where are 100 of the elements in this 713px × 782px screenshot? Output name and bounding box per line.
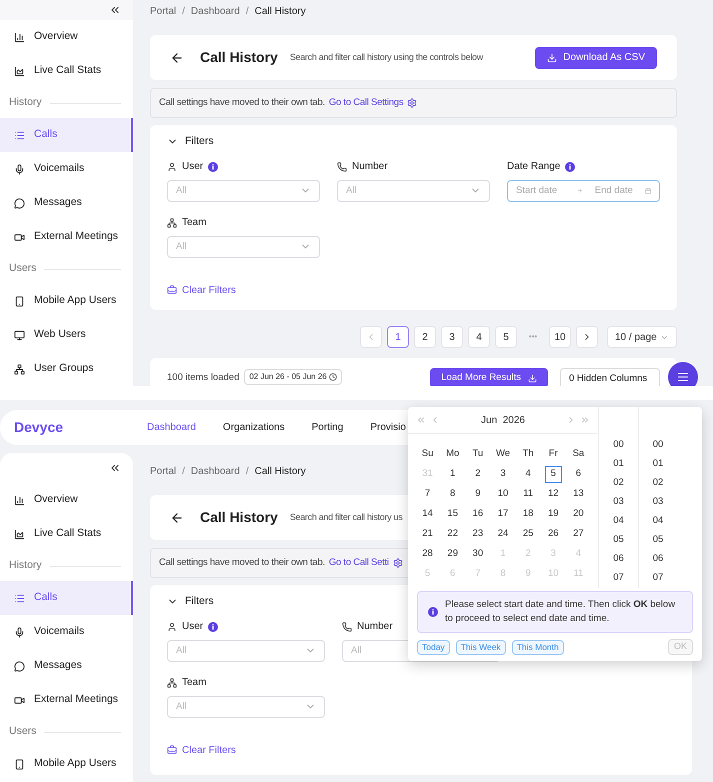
collapse-icon[interactable] xyxy=(109,462,121,474)
calendar-day[interactable]: 27 xyxy=(570,526,587,542)
sidebar-item[interactable]: Overview xyxy=(0,20,133,54)
minute-option[interactable]: 01 xyxy=(639,455,677,474)
page-size-select[interactable]: 10 / page xyxy=(607,326,677,348)
sidebar-item[interactable]: Mobile App Users xyxy=(0,747,133,781)
calendar-day[interactable]: 12 xyxy=(544,486,562,502)
calendar-day[interactable]: 2 xyxy=(469,466,486,482)
sidebar-item[interactable]: Web Users xyxy=(0,318,133,352)
calendar-day[interactable]: 20 xyxy=(570,506,587,522)
page-button[interactable]: 5 xyxy=(495,326,517,348)
breadcrumb-link[interactable]: Portal xyxy=(150,4,176,18)
load-more-button[interactable]: Load More Results xyxy=(430,368,548,386)
field-label: Date Range xyxy=(507,160,560,174)
minute-option[interactable]: 06 xyxy=(639,550,677,569)
calendar-day[interactable]: 4 xyxy=(520,466,537,482)
briefcase-icon xyxy=(167,285,177,296)
hour-option[interactable]: 00 xyxy=(599,436,638,455)
calendar-day[interactable]: 8 xyxy=(444,486,462,502)
hour-option[interactable]: 07 xyxy=(599,569,638,588)
call-settings-link[interactable]: Go to Call Setti xyxy=(328,556,389,570)
clear-filters-link[interactable]: Clear Filters xyxy=(182,282,236,298)
minute-option[interactable]: 00 xyxy=(639,436,677,455)
sidebar-item[interactable]: Mobile App Users xyxy=(0,284,133,318)
page-button[interactable]: 4 xyxy=(468,326,490,348)
calendar-day[interactable]: 16 xyxy=(469,506,486,522)
minute-option[interactable]: 05 xyxy=(639,531,677,550)
page-button[interactable]: 1 xyxy=(387,326,409,348)
settings-icon[interactable] xyxy=(407,98,418,108)
nav-tab[interactable]: Organizations xyxy=(222,420,285,435)
calendar-day[interactable]: 11 xyxy=(520,486,537,502)
calendar-month[interactable]: Jun 2026 xyxy=(481,412,525,428)
calendar-day[interactable]: 10 xyxy=(494,486,512,502)
nav-tab[interactable]: Dashboard xyxy=(147,420,196,435)
download-csv-button[interactable]: Download As CSV xyxy=(535,46,657,68)
weekday-label: Th xyxy=(522,446,535,461)
sidebar-item[interactable]: Voicemails xyxy=(0,152,133,186)
collapse-icon[interactable] xyxy=(109,4,121,16)
sidebar-item[interactable]: User Groups xyxy=(0,352,133,386)
calendar-day[interactable]: 25 xyxy=(520,526,537,542)
hour-option[interactable]: 01 xyxy=(599,455,638,474)
minute-option[interactable]: 07 xyxy=(639,569,677,588)
page-button[interactable]: 2 xyxy=(414,326,436,348)
calendar-day[interactable]: 5 xyxy=(544,466,562,482)
sidebar-item[interactable]: Live Call Stats xyxy=(0,54,133,88)
calendar-day[interactable]: 1 xyxy=(444,466,462,482)
sidebar-item[interactable]: Messages xyxy=(0,649,133,683)
nav-tab[interactable]: Provisio xyxy=(370,420,406,435)
page-subtitle: Search and filter call history using the controls below xyxy=(290,50,483,64)
minute-option[interactable]: 04 xyxy=(639,512,677,531)
hour-option[interactable]: 06 xyxy=(599,550,638,569)
bar-chart-icon xyxy=(14,494,25,506)
chat-button[interactable] xyxy=(668,362,698,386)
calendar-day[interactable]: 9 xyxy=(469,486,486,502)
calendar-day[interactable]: 3 xyxy=(494,466,512,482)
bar-chart-icon xyxy=(14,32,25,42)
calendar-day[interactable]: 22 xyxy=(444,526,462,542)
calendar-day[interactable]: 14 xyxy=(419,506,436,522)
calendar-day[interactable]: 19 xyxy=(544,506,562,522)
calendar-day[interactable]: 21 xyxy=(419,526,436,542)
calendar-day[interactable]: 24 xyxy=(494,526,512,542)
sidebar-item[interactable]: Calls xyxy=(0,581,133,615)
sidebar-item[interactable]: Live Call Stats xyxy=(0,517,133,551)
breadcrumb-link[interactable]: Portal xyxy=(150,464,176,478)
calendar-day[interactable]: 17 xyxy=(494,506,512,522)
sidebar-item[interactable]: Voicemails xyxy=(0,615,133,649)
calendar-day[interactable]: 15 xyxy=(444,506,462,522)
sidebar-item[interactable]: External Meetings xyxy=(0,683,133,717)
logo[interactable]: Devyce xyxy=(14,417,120,438)
hour-option[interactable]: 04 xyxy=(599,512,638,531)
sidebar-item[interactable]: Overview xyxy=(0,483,133,517)
settings-icon[interactable] xyxy=(392,558,403,568)
page-button[interactable]: 3 xyxy=(441,326,463,348)
calendar-day[interactable]: 23 xyxy=(469,526,486,542)
calendar-day[interactable]: 18 xyxy=(520,506,537,522)
field-label: User xyxy=(182,620,204,634)
sidebar-item[interactable]: Calls xyxy=(0,118,133,152)
clear-filters-link[interactable]: Clear Filters xyxy=(182,742,236,758)
calendar-day[interactable]: 26 xyxy=(544,526,562,542)
calendar-day[interactable]: 6 xyxy=(570,466,587,482)
call-settings-link[interactable]: Go to Call Settings xyxy=(328,96,404,110)
filters-title: Filters xyxy=(185,134,214,149)
minute-option[interactable]: 03 xyxy=(639,493,677,512)
back-arrow-icon[interactable] xyxy=(170,50,184,64)
calendar-day[interactable]: 7 xyxy=(419,486,436,502)
hour-option[interactable]: 03 xyxy=(599,493,638,512)
calendar-day[interactable]: 28 xyxy=(419,546,436,562)
calendar-day[interactable]: 29 xyxy=(444,546,462,562)
breadcrumb-link[interactable]: Dashboard xyxy=(190,4,240,18)
calendar-day[interactable]: 13 xyxy=(570,486,587,502)
sidebar-item[interactable]: Messages xyxy=(0,186,133,220)
calendar-day[interactable]: 30 xyxy=(469,546,486,562)
nav-tab[interactable]: Porting xyxy=(312,420,344,435)
hour-option[interactable]: 02 xyxy=(599,474,638,493)
hour-option[interactable]: 05 xyxy=(599,531,638,550)
minute-option[interactable]: 02 xyxy=(639,474,677,493)
page-button[interactable]: 10 xyxy=(549,326,571,348)
breadcrumb-link[interactable]: Dashboard xyxy=(190,464,240,478)
sidebar-item[interactable]: External Meetings xyxy=(0,220,133,254)
weekday-label: Mo xyxy=(445,446,460,461)
